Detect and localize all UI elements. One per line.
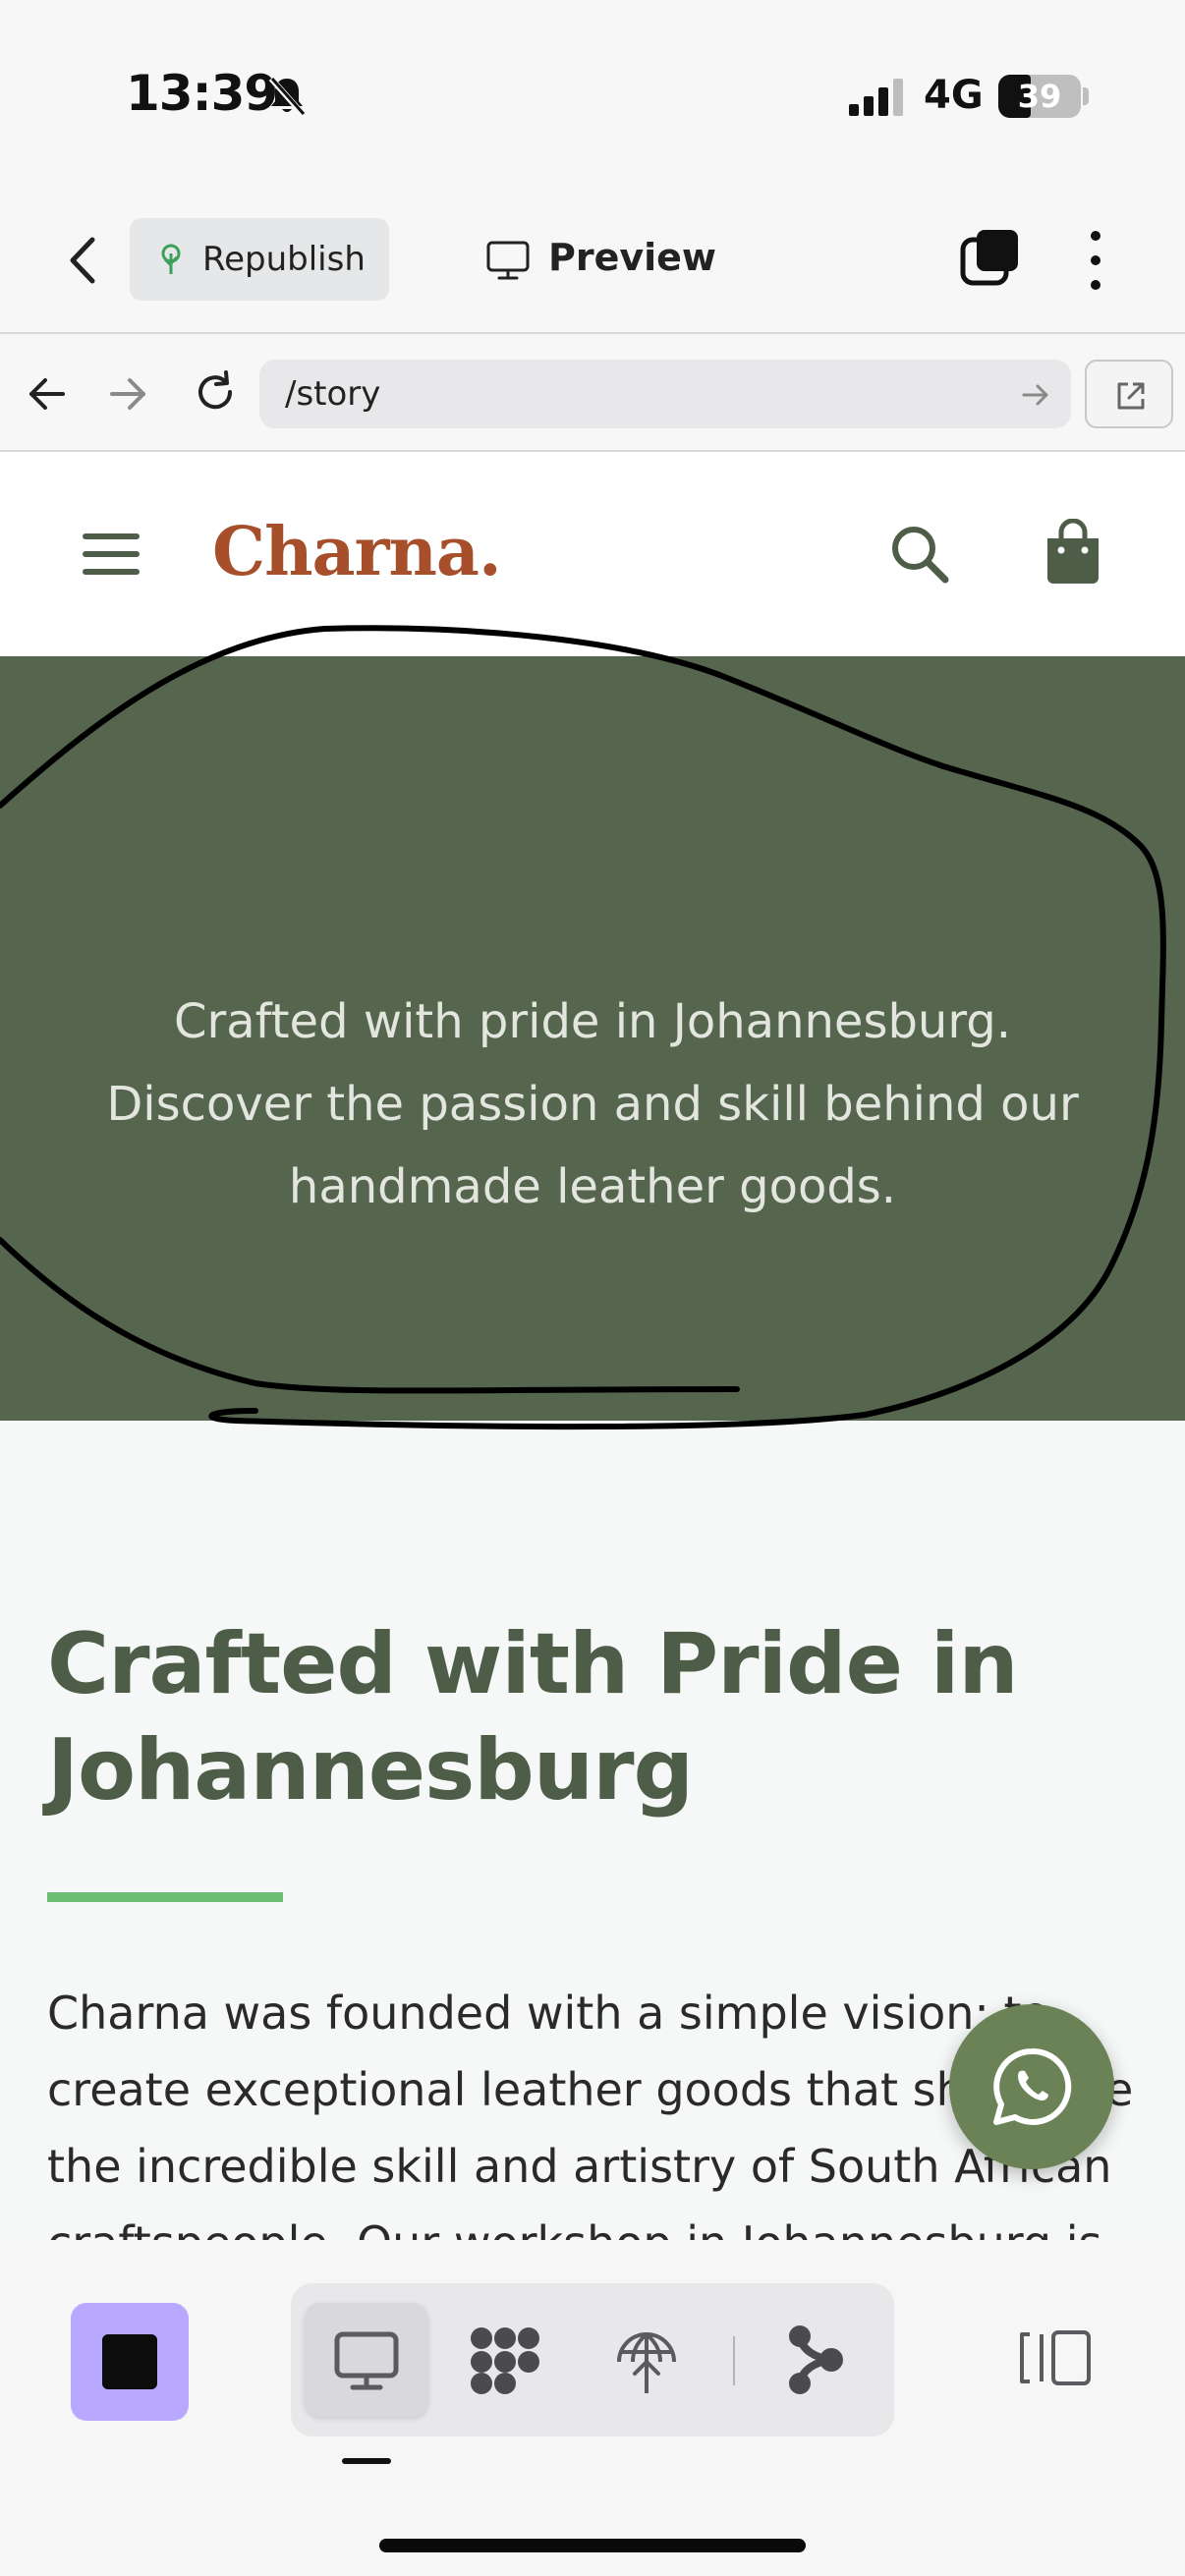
monitor-icon — [486, 241, 530, 280]
view-mode-group — [291, 2283, 894, 2436]
external-link-icon — [1117, 382, 1145, 410]
heading-divider — [47, 1892, 283, 1902]
desktop-mode-button[interactable] — [305, 2303, 428, 2417]
hero-line: Crafted with pride in Johannesburg. — [174, 994, 1011, 1049]
globe-upload-icon[interactable] — [607, 2321, 686, 2399]
url-text: /story — [285, 374, 381, 414]
tree-icon — [161, 244, 181, 274]
search-icon[interactable] — [888, 523, 951, 586]
preview-button[interactable]: Preview — [481, 218, 737, 301]
hero-banner: Crafted with pride in Johannesburg. Disc… — [0, 656, 1185, 1421]
battery-icon: 39 — [998, 75, 1081, 118]
desktop-icon — [334, 2331, 399, 2390]
arrow-right-icon[interactable] — [106, 371, 151, 417]
preview-label: Preview — [548, 236, 717, 279]
battery-level: 39 — [1017, 78, 1062, 115]
bell-slash-icon — [268, 77, 306, 116]
hero-text: Crafted with pride in Johannesburg. Disc… — [0, 980, 1185, 1228]
flow-icon[interactable] — [776, 2321, 855, 2399]
more-vertical-icon[interactable] — [1079, 226, 1112, 295]
republish-button[interactable]: Republish — [130, 218, 389, 301]
hero-line: handmade leather goods. — [288, 1159, 897, 1214]
editor-toolbar: Republish Preview — [0, 187, 1185, 334]
site-logo[interactable]: Charna. — [212, 513, 502, 591]
arrow-right-small-icon[interactable] — [1020, 379, 1051, 411]
signal-icon — [849, 79, 903, 116]
whatsapp-button[interactable] — [949, 2004, 1114, 2169]
bottom-toolbar — [0, 2240, 1185, 2576]
network-label: 4G — [924, 73, 984, 118]
chevron-left-icon[interactable] — [55, 226, 114, 295]
mode-divider — [733, 2336, 735, 2385]
active-mode-indicator — [342, 2458, 391, 2464]
republish-label: Republish — [202, 240, 366, 279]
whatsapp-icon — [993, 2047, 1072, 2125]
status-time: 13:39 — [126, 65, 278, 122]
stop-button[interactable] — [71, 2303, 189, 2421]
arrow-left-icon[interactable] — [24, 371, 69, 417]
hamburger-icon[interactable] — [83, 529, 140, 580]
site-header: Charna. — [0, 452, 1185, 656]
layers-icon[interactable] — [959, 226, 1022, 289]
open-external-button[interactable] — [1085, 360, 1173, 428]
home-indicator[interactable] — [379, 2539, 806, 2552]
story-heading-line: Johannesburg — [47, 1721, 694, 1820]
story-heading-line: Crafted with Pride in — [47, 1615, 1019, 1713]
url-input[interactable]: /story — [259, 360, 1071, 428]
browser-bar: /story — [0, 336, 1185, 452]
shopping-bag-icon[interactable] — [1042, 519, 1104, 586]
battery-nub — [1083, 87, 1089, 105]
components-icon[interactable] — [466, 2321, 544, 2399]
stop-icon — [102, 2334, 157, 2389]
reload-icon[interactable] — [191, 367, 240, 417]
status-bar: 13:39 4G 39 — [0, 0, 1185, 187]
hero-line: Discover the passion and skill behind ou… — [106, 1077, 1079, 1132]
panel-toggle-icon[interactable] — [1018, 2326, 1093, 2389]
story-heading: Crafted with Pride in Johannesburg — [47, 1611, 1128, 1823]
